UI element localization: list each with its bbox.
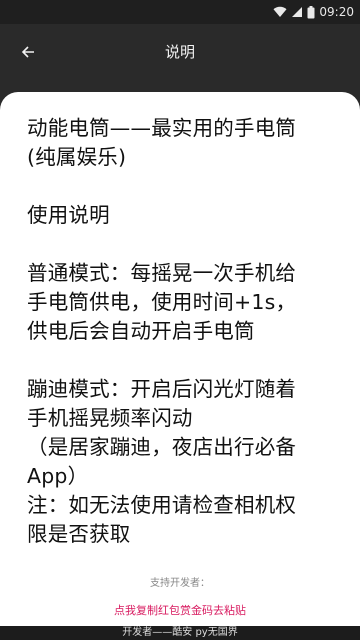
back-button[interactable] bbox=[6, 30, 50, 74]
description-sheet: 动能电筒——最实用的手电筒 (纯属娱乐) 使用说明 普通模式：每摇晃一次手机给 … bbox=[0, 92, 360, 626]
app-bar: 说明 bbox=[0, 24, 360, 80]
wifi-icon bbox=[273, 6, 287, 18]
status-bar: 09:20 bbox=[0, 0, 360, 24]
status-time: 09:20 bbox=[319, 5, 354, 19]
battery-icon bbox=[307, 5, 315, 18]
arrow-left-icon bbox=[21, 46, 34, 58]
description-text: 动能电筒——最实用的手电筒 (纯属娱乐) 使用说明 普通模式：每摇晃一次手机给 … bbox=[27, 116, 297, 546]
developer-footer: 开发者——酷安 py无国界 bbox=[0, 626, 360, 640]
cellular-signal-icon bbox=[292, 7, 303, 17]
status-icons: 09:20 bbox=[273, 3, 354, 21]
copy-red-packet-code-link[interactable]: 点我复制红包赏金码去粘贴 bbox=[0, 602, 360, 618]
support-developer-label: 支持开发者： bbox=[150, 578, 210, 589]
page-title: 说明 bbox=[164, 43, 195, 61]
